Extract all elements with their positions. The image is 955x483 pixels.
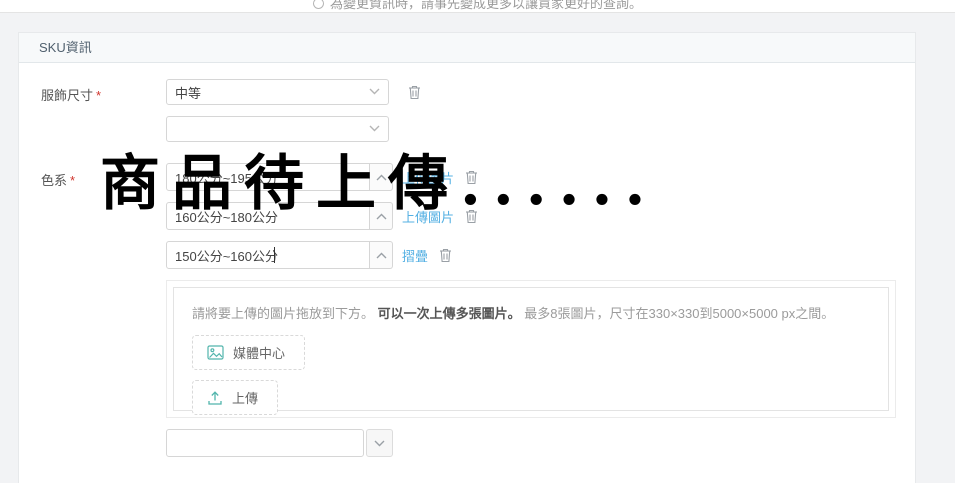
delete-color-row-button[interactable]: [438, 247, 453, 263]
size-required-asterisk: *: [96, 88, 102, 103]
chevron-up-icon: [376, 174, 387, 181]
chevron-up-icon: [376, 213, 387, 220]
top-hint-text: 為變更資訊時，請事先變成更多以讓買家更好的查詢。: [329, 0, 642, 11]
upload-hint-bold: 可以一次上傳多張圖片。: [377, 306, 521, 321]
trash-icon: [464, 169, 479, 185]
text-cursor: [274, 247, 275, 263]
size-field-label: 服飾尺寸 *: [41, 79, 166, 104]
info-circle-icon: [312, 0, 324, 9]
delete-size-row-button[interactable]: [407, 84, 422, 100]
collapse-row-button[interactable]: [370, 241, 393, 269]
size-row-2: [166, 116, 422, 142]
upload-image-link[interactable]: 上傳圖片: [402, 168, 454, 187]
top-hint-bar: 為變更資訊時，請事先變成更多以讓買家更好的查詢。: [0, 0, 955, 13]
chevron-down-icon: [374, 440, 385, 447]
size-row-1: 中等: [166, 79, 422, 105]
sku-section-title: SKU資訊: [39, 40, 92, 55]
delete-color-row-button[interactable]: [464, 208, 479, 224]
image-upload-panel: 請將要上傳的圖片拖放到下方。 可以一次上傳多張圖片。 最多8張圖片，尺寸在330…: [166, 280, 896, 418]
upload-hint-part1: 請將要上傳的圖片拖放到下方。: [192, 306, 375, 321]
size-select-empty[interactable]: [166, 116, 389, 142]
upload-image-link[interactable]: 上傳圖片: [402, 207, 454, 226]
sku-info-card: SKU資訊 服飾尺寸 * 中等 色系 * 180公分~195公分 上傳圖片 16…: [18, 32, 916, 483]
color-field-row: 色系* 上傳圖片: [41, 163, 915, 468]
trash-icon: [464, 208, 479, 224]
size-label-text: 服飾尺寸: [41, 88, 94, 103]
upload-arrow-icon: [207, 390, 223, 406]
size-rows: 中等: [166, 79, 422, 153]
collapse-link[interactable]: 摺疊: [402, 246, 428, 265]
upload-hint-text: 請將要上傳的圖片拖放到下方。 可以一次上傳多張圖片。 最多8張圖片，尺寸在330…: [192, 303, 870, 322]
color-rows: 上傳圖片: [166, 163, 896, 468]
color-row-1: 上傳圖片: [166, 163, 896, 191]
color-label-text: 色系: [41, 173, 68, 188]
color-row-3: 摺疊: [166, 241, 896, 269]
upload-label: 上傳: [232, 391, 259, 406]
collapse-row-button[interactable]: [370, 202, 393, 230]
image-dropzone[interactable]: 請將要上傳的圖片拖放到下方。 可以一次上傳多張圖片。 最多8張圖片，尺寸在330…: [173, 287, 889, 415]
extra-attribute-input[interactable]: [166, 429, 364, 457]
delete-color-row-button[interactable]: [464, 169, 479, 185]
color-row-2: 上傳圖片: [166, 202, 896, 230]
chevron-down-icon: [369, 125, 380, 132]
top-hint-text-wrap: 為變更資訊時，請事先變成更多以讓買家更好的查詢。: [312, 0, 642, 12]
trash-icon: [407, 84, 422, 100]
open-options-button[interactable]: [366, 429, 393, 457]
upload-hint-part2: 最多8張圖片，尺寸在330×330到5000×5000 px之間。: [524, 306, 835, 321]
chevron-up-icon: [376, 252, 387, 259]
size-select-value: 中等: [175, 85, 202, 101]
color-required-asterisk: *: [70, 173, 76, 188]
trash-icon: [438, 247, 453, 263]
upload-button[interactable]: 上傳: [192, 380, 279, 415]
color-value-input-3[interactable]: [166, 241, 370, 269]
color-field-label: 色系 *: [41, 163, 166, 189]
size-select[interactable]: 中等: [166, 79, 389, 105]
chevron-down-icon: [369, 88, 380, 95]
image-icon: [207, 345, 224, 360]
sku-section-header: SKU資訊: [19, 33, 915, 63]
media-center-label: 媒體中心: [233, 346, 286, 361]
extra-attribute-row: [166, 429, 896, 457]
sku-form-body: 服飾尺寸 * 中等 色系 * 180公分~195公分 上傳圖片 160公分~18…: [19, 63, 915, 468]
focused-input-wrap: [166, 241, 370, 269]
color-value-input-1[interactable]: [166, 163, 370, 191]
page-background: 商品待上傳...... SKU資訊 服飾尺寸 * 中等 色系 * 180公分~1…: [0, 13, 955, 483]
size-field-row: 服飾尺寸 * 中等: [41, 79, 915, 153]
collapse-row-button[interactable]: [370, 163, 393, 191]
color-value-input-2[interactable]: [166, 202, 370, 230]
media-center-button[interactable]: 媒體中心: [192, 335, 306, 370]
